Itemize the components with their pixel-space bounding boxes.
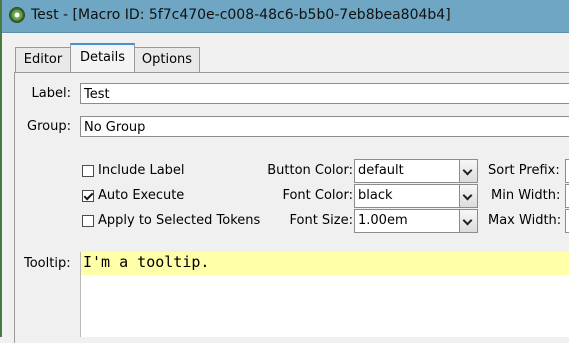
- max-width-field[interactable]: [565, 209, 569, 233]
- tab-editor[interactable]: Editor: [15, 47, 71, 72]
- tooltip-editor[interactable]: I'm a tooltip.: [80, 252, 569, 337]
- button-color-value: default: [358, 163, 404, 178]
- font-color-caption: Font Color:: [282, 188, 353, 203]
- font-size-caption: Font Size:: [289, 213, 353, 228]
- font-color-select[interactable]: black: [354, 184, 478, 208]
- group-caption: Group:: [27, 119, 71, 134]
- tab-options[interactable]: Options: [134, 47, 200, 72]
- apply-selected-text: Apply to Selected Tokens: [98, 213, 261, 228]
- font-color-value: black: [358, 188, 393, 203]
- min-width-field[interactable]: [565, 184, 569, 208]
- include-label-text: Include Label: [98, 163, 185, 178]
- apply-selected-checkbox[interactable]: [82, 215, 94, 227]
- sort-prefix-field[interactable]: [565, 159, 569, 183]
- min-width-caption: Min Width:: [491, 188, 561, 203]
- tab-details[interactable]: Details: [70, 43, 135, 72]
- chevron-down-icon[interactable]: [459, 185, 477, 207]
- label-field[interactable]: Test: [80, 83, 569, 104]
- button-color-select[interactable]: default: [354, 159, 478, 183]
- max-width-caption: Max Width:: [488, 213, 562, 228]
- chevron-down-icon[interactable]: [459, 210, 477, 232]
- font-size-value: 1.00em: [358, 213, 408, 228]
- include-label-checkbox[interactable]: [82, 165, 94, 177]
- auto-execute-text: Auto Execute: [98, 188, 185, 203]
- chevron-down-icon[interactable]: [459, 160, 477, 182]
- title-bar[interactable]: Test - [Macro ID: 5f7c470e-c008-48c6-b5b…: [2, 0, 569, 33]
- tooltip-text: I'm a tooltip.: [83, 253, 210, 271]
- auto-execute-checkbox[interactable]: [82, 190, 94, 202]
- window-edge: [0, 0, 2, 337]
- tooltip-caption: Tooltip:: [24, 256, 71, 271]
- button-color-caption: Button Color:: [267, 163, 353, 178]
- tab-options-label: Options: [141, 52, 193, 67]
- tab-details-label: Details: [79, 50, 126, 65]
- app-icon: [10, 8, 24, 22]
- sort-prefix-caption: Sort Prefix:: [488, 163, 560, 178]
- font-size-select[interactable]: 1.00em: [354, 209, 478, 233]
- group-field[interactable]: No Group: [80, 116, 569, 137]
- window-title: Test - [Macro ID: 5f7c470e-c008-48c6-b5b…: [31, 7, 451, 23]
- label-caption: Label:: [31, 86, 71, 101]
- tab-editor-label: Editor: [23, 52, 63, 67]
- tooltip-current-line: I'm a tooltip.: [81, 252, 569, 275]
